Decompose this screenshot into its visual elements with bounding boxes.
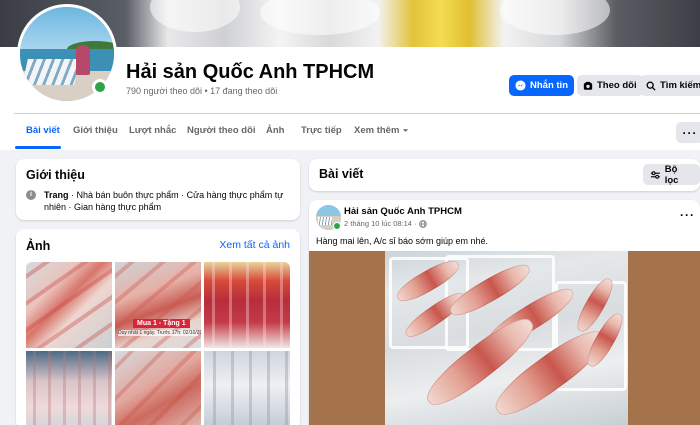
filter-button-label: Bộ lọc (664, 163, 679, 186)
promo-subtext: Duy nhất 1 ngày. Trước 17h: 02/10/2025 (118, 330, 201, 336)
more-dots-icon: ··· (682, 125, 698, 140)
tab-mentions[interactable]: Lượt nhắc (129, 125, 176, 136)
tab-more-label: Xem thêm (354, 125, 400, 136)
follow-button-label: Theo dõi (597, 80, 637, 91)
filter-icon (650, 170, 660, 179)
info-icon: i (26, 190, 36, 200)
messenger-icon (515, 80, 526, 91)
globe-icon (418, 219, 427, 228)
intro-category-label: Trang (44, 190, 69, 200)
intro-categories: · Nhà bán buôn thực phẩm · Cửa hàng thực… (44, 190, 284, 212)
message-button[interactable]: Nhắn tin (509, 75, 574, 96)
photo-thumbnail[interactable] (26, 351, 112, 425)
tab-more[interactable]: Xem thêm (354, 125, 409, 136)
active-tab-indicator (15, 146, 61, 149)
post-timestamp[interactable]: 2 tháng 10 lúc 08:14 · (344, 219, 417, 228)
search-button-label: Tìm kiếm (660, 80, 700, 91)
online-status-indicator (92, 79, 108, 95)
post-options-button[interactable]: ··· (680, 208, 695, 222)
photo-thumbnail[interactable] (115, 351, 201, 425)
followers-count[interactable]: 790 người theo dõi • 17 đang theo dõi (126, 86, 277, 96)
tabs-divider (14, 113, 700, 114)
post-author-name[interactable]: Hải sản Quốc Anh TPHCM (344, 206, 462, 217)
search-icon (646, 81, 656, 91)
intro-category-info: i Trang · Nhà bán buôn thực phẩm · Cửa h… (26, 189, 288, 213)
photo-thumbnail[interactable] (204, 351, 290, 425)
follow-icon (583, 81, 593, 90)
post-meta: 2 tháng 10 lúc 08:14 · (344, 219, 427, 228)
intro-card: Giới thiệu i Trang · Nhà bán buôn thực p… (16, 159, 300, 220)
filter-button[interactable]: Bộ lọc (643, 163, 700, 186)
photos-card: Ảnh Xem tất cả ảnh Mua 1 - Tặng 1 Duy nh… (16, 229, 300, 425)
promo-badge: Mua 1 - Tặng 1 (133, 319, 190, 328)
caret-down-icon (403, 129, 409, 132)
tab-posts[interactable]: Bài viết (26, 125, 60, 136)
post-text: Hàng mai lên, A/c sỉ báo sớm giúp em nhé… (316, 236, 488, 246)
see-all-photos-link[interactable]: Xem tất cả ảnh (219, 239, 290, 251)
photo-thumbnail[interactable] (204, 262, 290, 348)
message-button-label: Nhắn tin (530, 80, 568, 91)
tab-photos[interactable]: Ảnh (266, 125, 284, 136)
page-more-options-button[interactable]: ··· (676, 122, 700, 143)
intro-title: Giới thiệu (26, 168, 85, 182)
photos-title: Ảnh (26, 239, 51, 253)
tab-followers[interactable]: Người theo dõi (187, 125, 256, 136)
post-author-online-indicator (333, 222, 341, 230)
tab-about[interactable]: Giới thiệu (73, 125, 118, 136)
search-button[interactable]: Tìm kiếm (640, 75, 700, 96)
photo-thumbnail[interactable]: Mua 1 - Tặng 1 Duy nhất 1 ngày. Trước 17… (115, 262, 201, 348)
photo-thumbnail[interactable] (26, 262, 112, 348)
tab-live[interactable]: Trực tiếp (301, 125, 342, 136)
more-dots-icon: ··· (680, 208, 695, 222)
post-image[interactable] (309, 251, 700, 425)
posts-header-card: Bài viết (309, 159, 700, 191)
posts-title: Bài viết (319, 167, 364, 181)
page-title: Hải sản Quốc Anh TPHCM (126, 61, 375, 83)
follow-button[interactable]: Theo dõi (577, 75, 643, 96)
